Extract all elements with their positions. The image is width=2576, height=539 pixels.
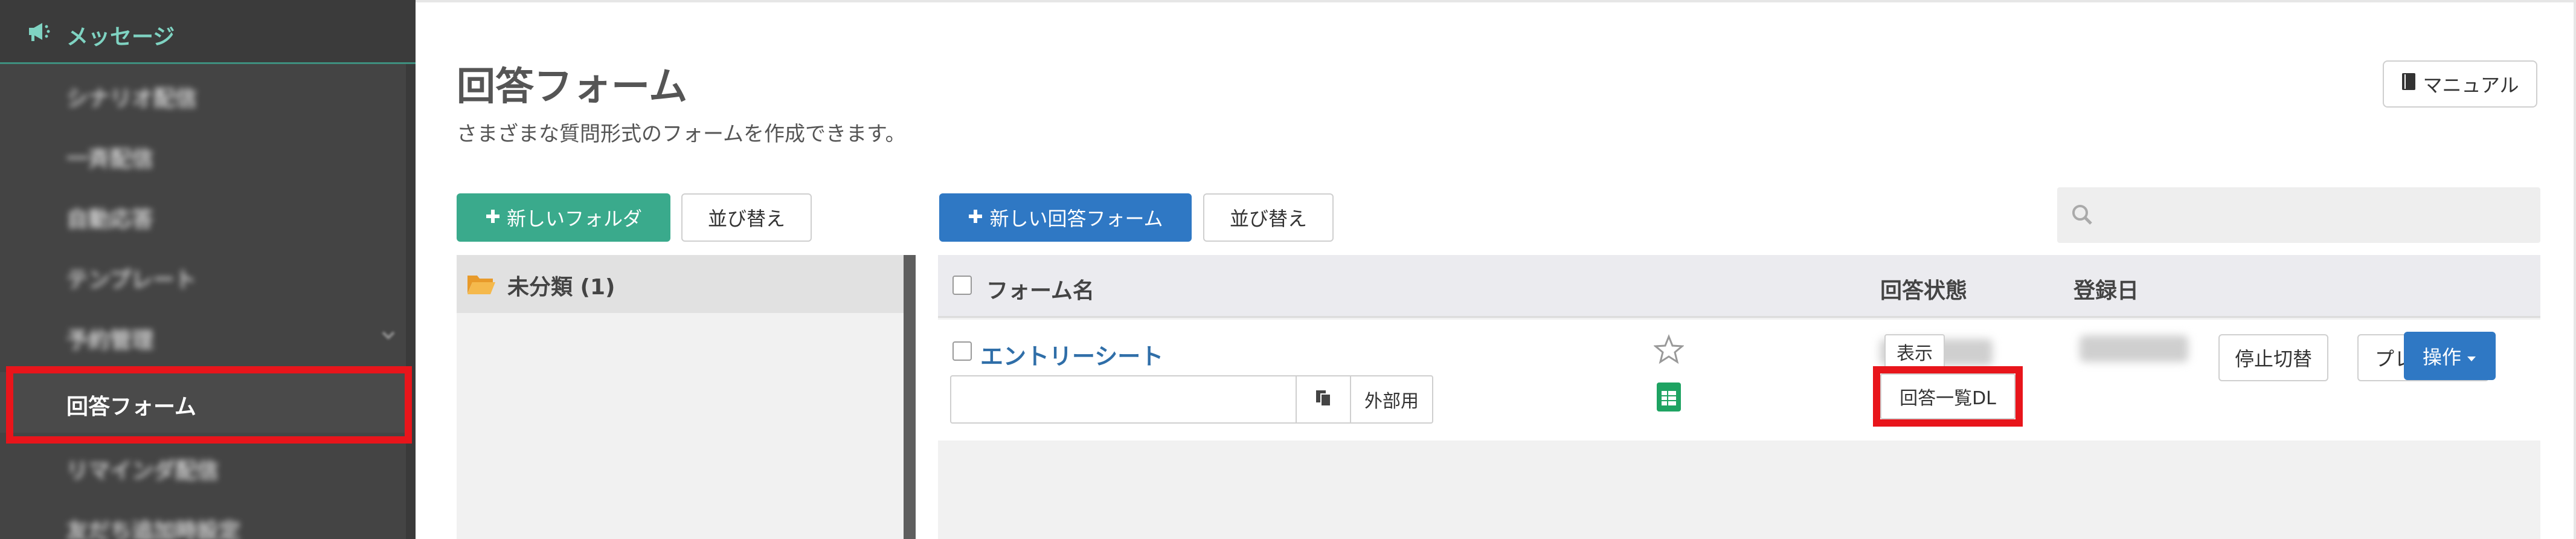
megaphone-icon — [27, 21, 52, 42]
external-label: 外部用 — [1364, 391, 1419, 412]
copy-icon — [1315, 389, 1332, 410]
download-label: 回答一覧DL — [1900, 388, 1996, 409]
search-icon — [2070, 203, 2095, 227]
caret-down-icon — [2466, 344, 2477, 367]
sidebar: メッセージ シナリオ配信 一斉配信 自動応答 テンプレート 予約管理 回答フォー… — [0, 0, 416, 539]
new-folder-label: 新しいフォルダ — [506, 207, 642, 230]
new-form-button[interactable]: 新しい回答フォーム — [939, 193, 1192, 242]
new-form-label: 新しい回答フォーム — [989, 207, 1163, 230]
blurred-date-value — [2080, 335, 2188, 362]
sort-forms-button[interactable]: 並び替え — [1203, 193, 1334, 242]
sidebar-item-label: 自動応答 — [66, 207, 154, 232]
row-checkbox[interactable] — [952, 341, 972, 361]
folder-item-uncategorized[interactable]: 未分類 (1) — [457, 255, 904, 313]
sidebar-item-reminder[interactable]: リマインダ配信 — [0, 436, 416, 497]
stop-toggle-button[interactable]: 停止切替 — [2218, 334, 2328, 381]
sort-folders-button[interactable]: 並び替え — [681, 193, 812, 242]
sidebar-item-reservation[interactable]: 予約管理 — [0, 306, 416, 366]
star-icon[interactable] — [1653, 334, 1685, 364]
chevron-down-icon — [379, 326, 397, 344]
sidebar-item-template[interactable]: テンプレート — [0, 245, 416, 306]
operate-label: 操作 — [2422, 346, 2461, 369]
sidebar-item-label: 回答フォーム — [66, 395, 196, 419]
stop-toggle-label: 停止切替 — [2234, 347, 2312, 370]
book-icon — [2401, 72, 2417, 96]
forms-table: フォーム名 回答状態 登録日 エントリーシート 外部用 表示 回答一覧DL 停止… — [938, 255, 2540, 539]
sidebar-section-header[interactable]: メッセージ — [0, 0, 416, 64]
sidebar-item-label: シナリオ配信 — [66, 86, 198, 111]
external-url-button[interactable]: 外部用 — [1350, 376, 1432, 422]
header-date: 登録日 — [2073, 279, 2139, 303]
sidebar-item-label: テンプレート — [66, 268, 196, 292]
plus-icon — [968, 206, 983, 229]
header-form-name: フォーム名 — [986, 279, 1094, 303]
spreadsheet-icon[interactable] — [1657, 382, 1681, 412]
header-status: 回答状態 — [1880, 279, 1968, 303]
plus-icon — [485, 206, 501, 229]
sort-forms-label: 並び替え — [1229, 207, 1307, 230]
panel-divider[interactable] — [904, 255, 916, 539]
select-all-checkbox[interactable] — [952, 276, 972, 295]
sidebar-item-answer-form[interactable]: 回答フォーム — [0, 372, 416, 433]
form-url-field[interactable] — [951, 376, 1293, 422]
sidebar-scrollbar[interactable] — [406, 64, 416, 539]
show-button[interactable]: 表示 — [1884, 334, 1945, 369]
sidebar-item-label: リマインダ配信 — [66, 459, 219, 483]
manual-label: マニュアル — [2423, 74, 2519, 97]
form-name-link[interactable]: エントリーシート — [980, 338, 1163, 371]
copy-button[interactable] — [1296, 376, 1350, 422]
sidebar-item-broadcast[interactable]: 一斉配信 — [0, 124, 416, 185]
sidebar-item-label: 友だち追加時設定 — [66, 519, 241, 539]
form-url-group: 外部用 — [950, 375, 1433, 424]
sidebar-item-auto-reply[interactable]: 自動応答 — [0, 185, 416, 245]
sort-folders-label: 並び替え — [707, 207, 785, 230]
page-description: さまざまな質問形式のフォームを作成できます。 — [457, 122, 906, 146]
sidebar-item-friend-add[interactable]: 友だち追加時設定 — [0, 497, 416, 539]
show-label: 表示 — [1897, 343, 1933, 364]
page-title: 回答フォーム — [457, 65, 688, 109]
main-content: 回答フォーム さまざまな質問形式のフォームを作成できます。 マニュアル 新しいフ… — [416, 0, 2576, 539]
operate-dropdown-button[interactable]: 操作 — [2404, 332, 2496, 380]
new-folder-button[interactable]: 新しいフォルダ — [457, 193, 670, 242]
manual-button[interactable]: マニュアル — [2383, 60, 2537, 108]
download-responses-button[interactable]: 回答一覧DL — [1880, 373, 2016, 419]
folder-open-icon — [466, 272, 496, 296]
sidebar-header-label: メッセージ — [66, 25, 175, 50]
sidebar-item-scenario[interactable]: シナリオ配信 — [0, 64, 416, 124]
table-row: エントリーシート 外部用 表示 回答一覧DL 停止切替 — [938, 320, 2540, 441]
sidebar-item-label: 予約管理 — [66, 328, 154, 353]
table-header: フォーム名 回答状態 登録日 — [938, 255, 2540, 318]
folder-label: 未分類 (1) — [507, 275, 615, 300]
sidebar-item-label: 一斉配信 — [66, 147, 154, 172]
search-input[interactable] — [2057, 187, 2540, 243]
folder-panel: 未分類 (1) — [457, 255, 916, 539]
